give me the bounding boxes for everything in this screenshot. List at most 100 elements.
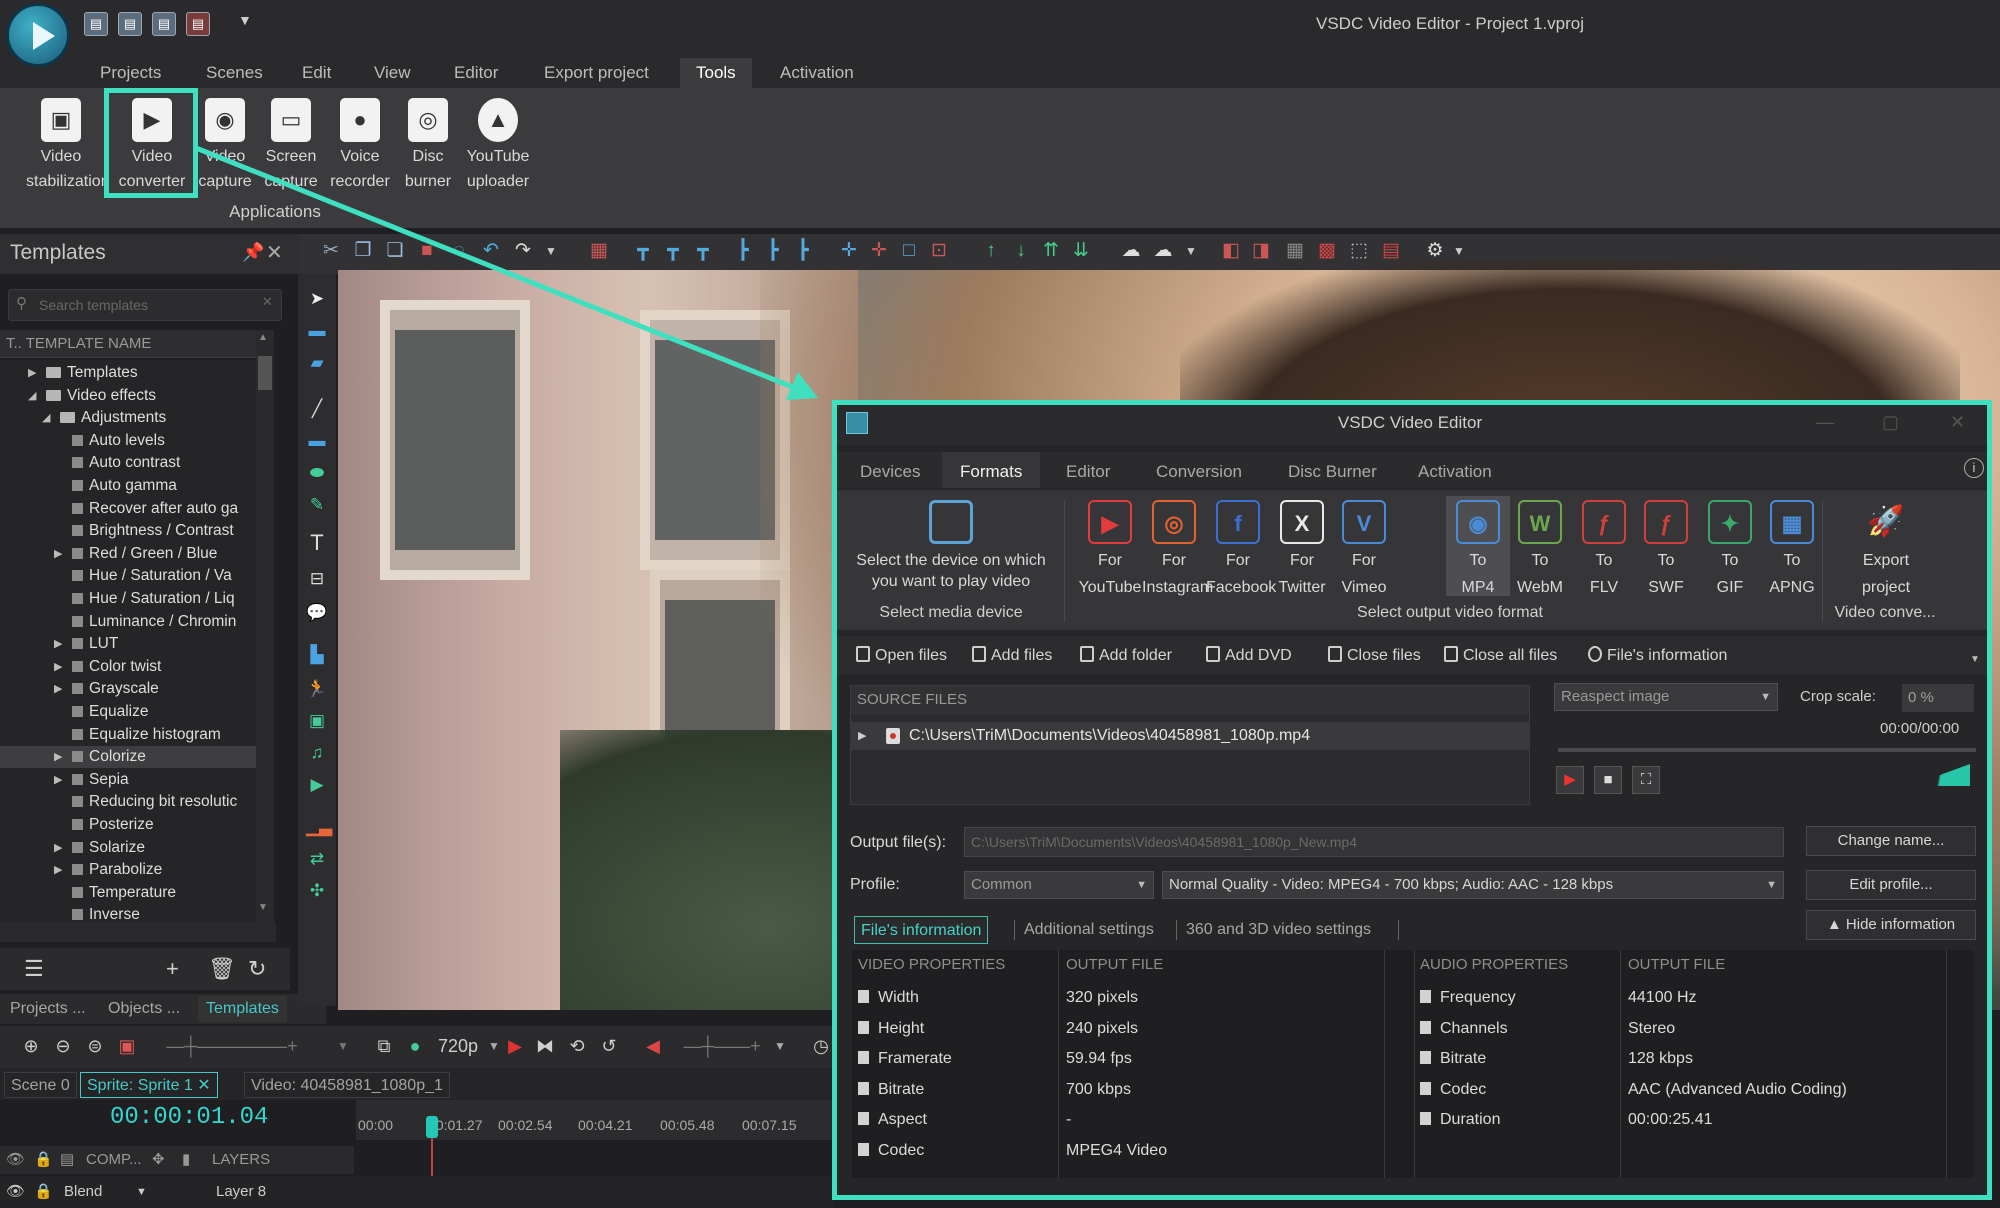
tree-item[interactable]: Hue / Saturation / Liq [0,588,256,610]
redo-chevron-down-icon[interactable]: ▼ [538,238,564,264]
add-folder-button[interactable]: Add folder [1080,642,1172,670]
tree-item[interactable]: Recover after auto ga [0,498,256,520]
voice-recorder-button[interactable]: ● Voice recorder [325,98,395,192]
layer-row[interactable]: 👁 🔒 Blend ▼ Layer 8 [0,1176,834,1208]
close-files-button[interactable]: Close files [1328,642,1421,670]
speech-bubble-icon[interactable]: 💬 [306,604,328,622]
distribute-horizontal-icon[interactable]: ✛ [836,238,862,264]
preview-seek-bar[interactable] [1558,748,1976,752]
zoom-in-icon[interactable]: ⊕ [18,1032,44,1060]
ellipse-icon[interactable]: ⬬ [306,464,328,482]
video-stabilization-button[interactable]: ▣ Video stabilization [26,98,110,192]
zoom-chevron-down-icon[interactable]: ▼ [330,1032,356,1060]
line-icon[interactable]: ╱ [306,400,328,418]
toolbar-chevron-down-icon[interactable]: ▼ [1970,654,1980,665]
resize-mode-select[interactable]: Reaspect image ▼ [1554,683,1778,711]
tree-item[interactable]: Auto gamma [0,475,256,497]
tree-item[interactable]: ▶ LUT [0,633,256,655]
close-icon[interactable]: ✕ [266,240,283,265]
open-project-icon[interactable]: ▤ [118,12,142,36]
quality-select[interactable]: Normal Quality - Video: MPEG4 - 700 kbps… [1162,871,1784,899]
tree-item[interactable]: ▶ Grayscale [0,678,256,700]
move-up-icon[interactable]: ↑ [978,238,1004,264]
tree-item[interactable]: Hue / Saturation / Va [0,565,256,587]
gif-format-button[interactable]: ✦ To GIF [1698,500,1762,598]
tab-disc-burner[interactable]: Disc Burner [1270,452,1395,488]
menu-edit[interactable]: Edit [286,58,347,88]
effects-icon[interactable]: ✣ [306,882,328,900]
tab-sprite[interactable]: Sprite: Sprite 1 ✕ [80,1072,218,1098]
expand-icon[interactable]: ▶ [858,729,866,742]
close-icon[interactable]: ✕ [1950,412,1965,433]
minimize-icon[interactable]: — [1816,412,1834,433]
tree-item[interactable]: ▶ Templates [0,362,256,384]
expand-icon[interactable]: ▶ [54,678,62,700]
spectrum-icon[interactable]: ▁▃ [306,818,332,836]
tab-templates[interactable]: Templates [198,996,287,1022]
video-icon[interactable]: ▶ [306,776,328,794]
tree-scrollbar-thumb[interactable] [258,356,272,390]
add-template-icon[interactable]: + [166,956,179,982]
redo-icon[interactable]: ↷ [510,238,536,264]
export-project-button[interactable]: 🚀 Export project [1854,500,1918,598]
youtube-uploader-button[interactable]: ▲ YouTube uploader [463,98,533,192]
tree-item[interactable]: ▶ Sepia [0,769,256,791]
zoom-fit-icon[interactable]: ⊜ [82,1032,108,1060]
play-icon[interactable]: ▶ [1556,766,1584,794]
app-logo-icon[interactable] [6,3,70,67]
vimeo-format-button[interactable]: V For Vimeo [1332,500,1396,598]
x-format-button[interactable]: X For Twitter [1270,500,1334,598]
tree-item[interactable]: ▶ Color twist [0,656,256,678]
new-project-icon[interactable]: ▤ [84,12,108,36]
volume-chevron-down-icon[interactable]: ▼ [770,1032,790,1060]
expand-icon[interactable]: ▶ [54,656,62,678]
tree-item[interactable]: Equalize [0,701,256,723]
crop-scale-input[interactable]: 0 % [1902,684,1974,712]
align-left-icon[interactable]: ┳ [630,238,656,264]
screen-capture-button[interactable]: ▭ Screen capture [256,98,326,192]
undo-icon[interactable]: ↶ [478,238,504,264]
tab-devices[interactable]: Devices [842,452,938,488]
tab-video[interactable]: Video: 40458981_1080p_1 [244,1072,450,1098]
align-bottom-icon[interactable]: ┣ [790,238,816,264]
collapse-icon[interactable]: ◢ [42,407,50,429]
flv-format-button[interactable]: ƒ To FLV [1572,500,1636,598]
tree-item[interactable]: Inverse [0,904,256,922]
eye-icon[interactable]: 👁 [6,1146,25,1174]
maximize-icon[interactable]: ▢ [1882,412,1899,433]
instagram-format-button[interactable]: ◎ For Instagram [1142,500,1213,598]
fit-icon[interactable]: ⊡ [926,238,952,264]
chart-icon[interactable]: ▙ [306,646,328,664]
template-name-column-header[interactable]: T.. TEMPLATE NAME [0,330,258,358]
tab-files-information[interactable]: File's information [854,916,989,944]
menu-tools[interactable]: Tools [680,58,752,88]
playhead[interactable] [426,1116,438,1138]
tree-item[interactable]: ▶ Red / Green / Blue [0,543,256,565]
tree-item[interactable]: Auto levels [0,430,256,452]
tab-additional-settings[interactable]: Additional settings [1018,916,1160,944]
menu-view[interactable]: View [358,58,427,88]
lock-icon[interactable]: 🔒 [34,1146,53,1174]
tree-item[interactable]: Luminance / Chromin [0,611,256,633]
visualizer-icon[interactable]: ⇄ [306,850,328,868]
align-top-icon[interactable]: ┣ [730,238,756,264]
add-files-button[interactable]: Add files [972,642,1052,670]
mp4-format-button[interactable]: ◉ To MP4 [1446,500,1510,598]
same-size-icon[interactable]: □ [896,238,922,264]
hide-information-button[interactable]: ▲ Hide information [1806,910,1976,940]
paste-icon[interactable]: ❏ [382,238,408,264]
expand-icon[interactable]: ▶ [54,633,62,655]
rectangle-select-icon[interactable]: ▬ [306,322,328,340]
volume-slider[interactable]: —┼——+ [672,1032,772,1060]
text-icon[interactable]: T [306,532,328,554]
select-all-icon[interactable]: ▦ [586,238,612,264]
align-middle-icon[interactable]: ┣ [760,238,786,264]
source-file-row[interactable]: C:\Users\TriM\Documents\Videos\40458981_… [851,722,1529,750]
menu-activation[interactable]: Activation [764,58,870,88]
tree-item[interactable]: ▶ Colorize [0,746,256,769]
group-icon[interactable]: ☁ [1118,238,1144,264]
save-project-icon[interactable]: ▤ [152,12,176,36]
swf-format-button[interactable]: ƒ To SWF [1634,500,1698,598]
tab-projects[interactable]: Projects ... [2,996,94,1022]
tree-scrollbar[interactable] [256,330,274,924]
